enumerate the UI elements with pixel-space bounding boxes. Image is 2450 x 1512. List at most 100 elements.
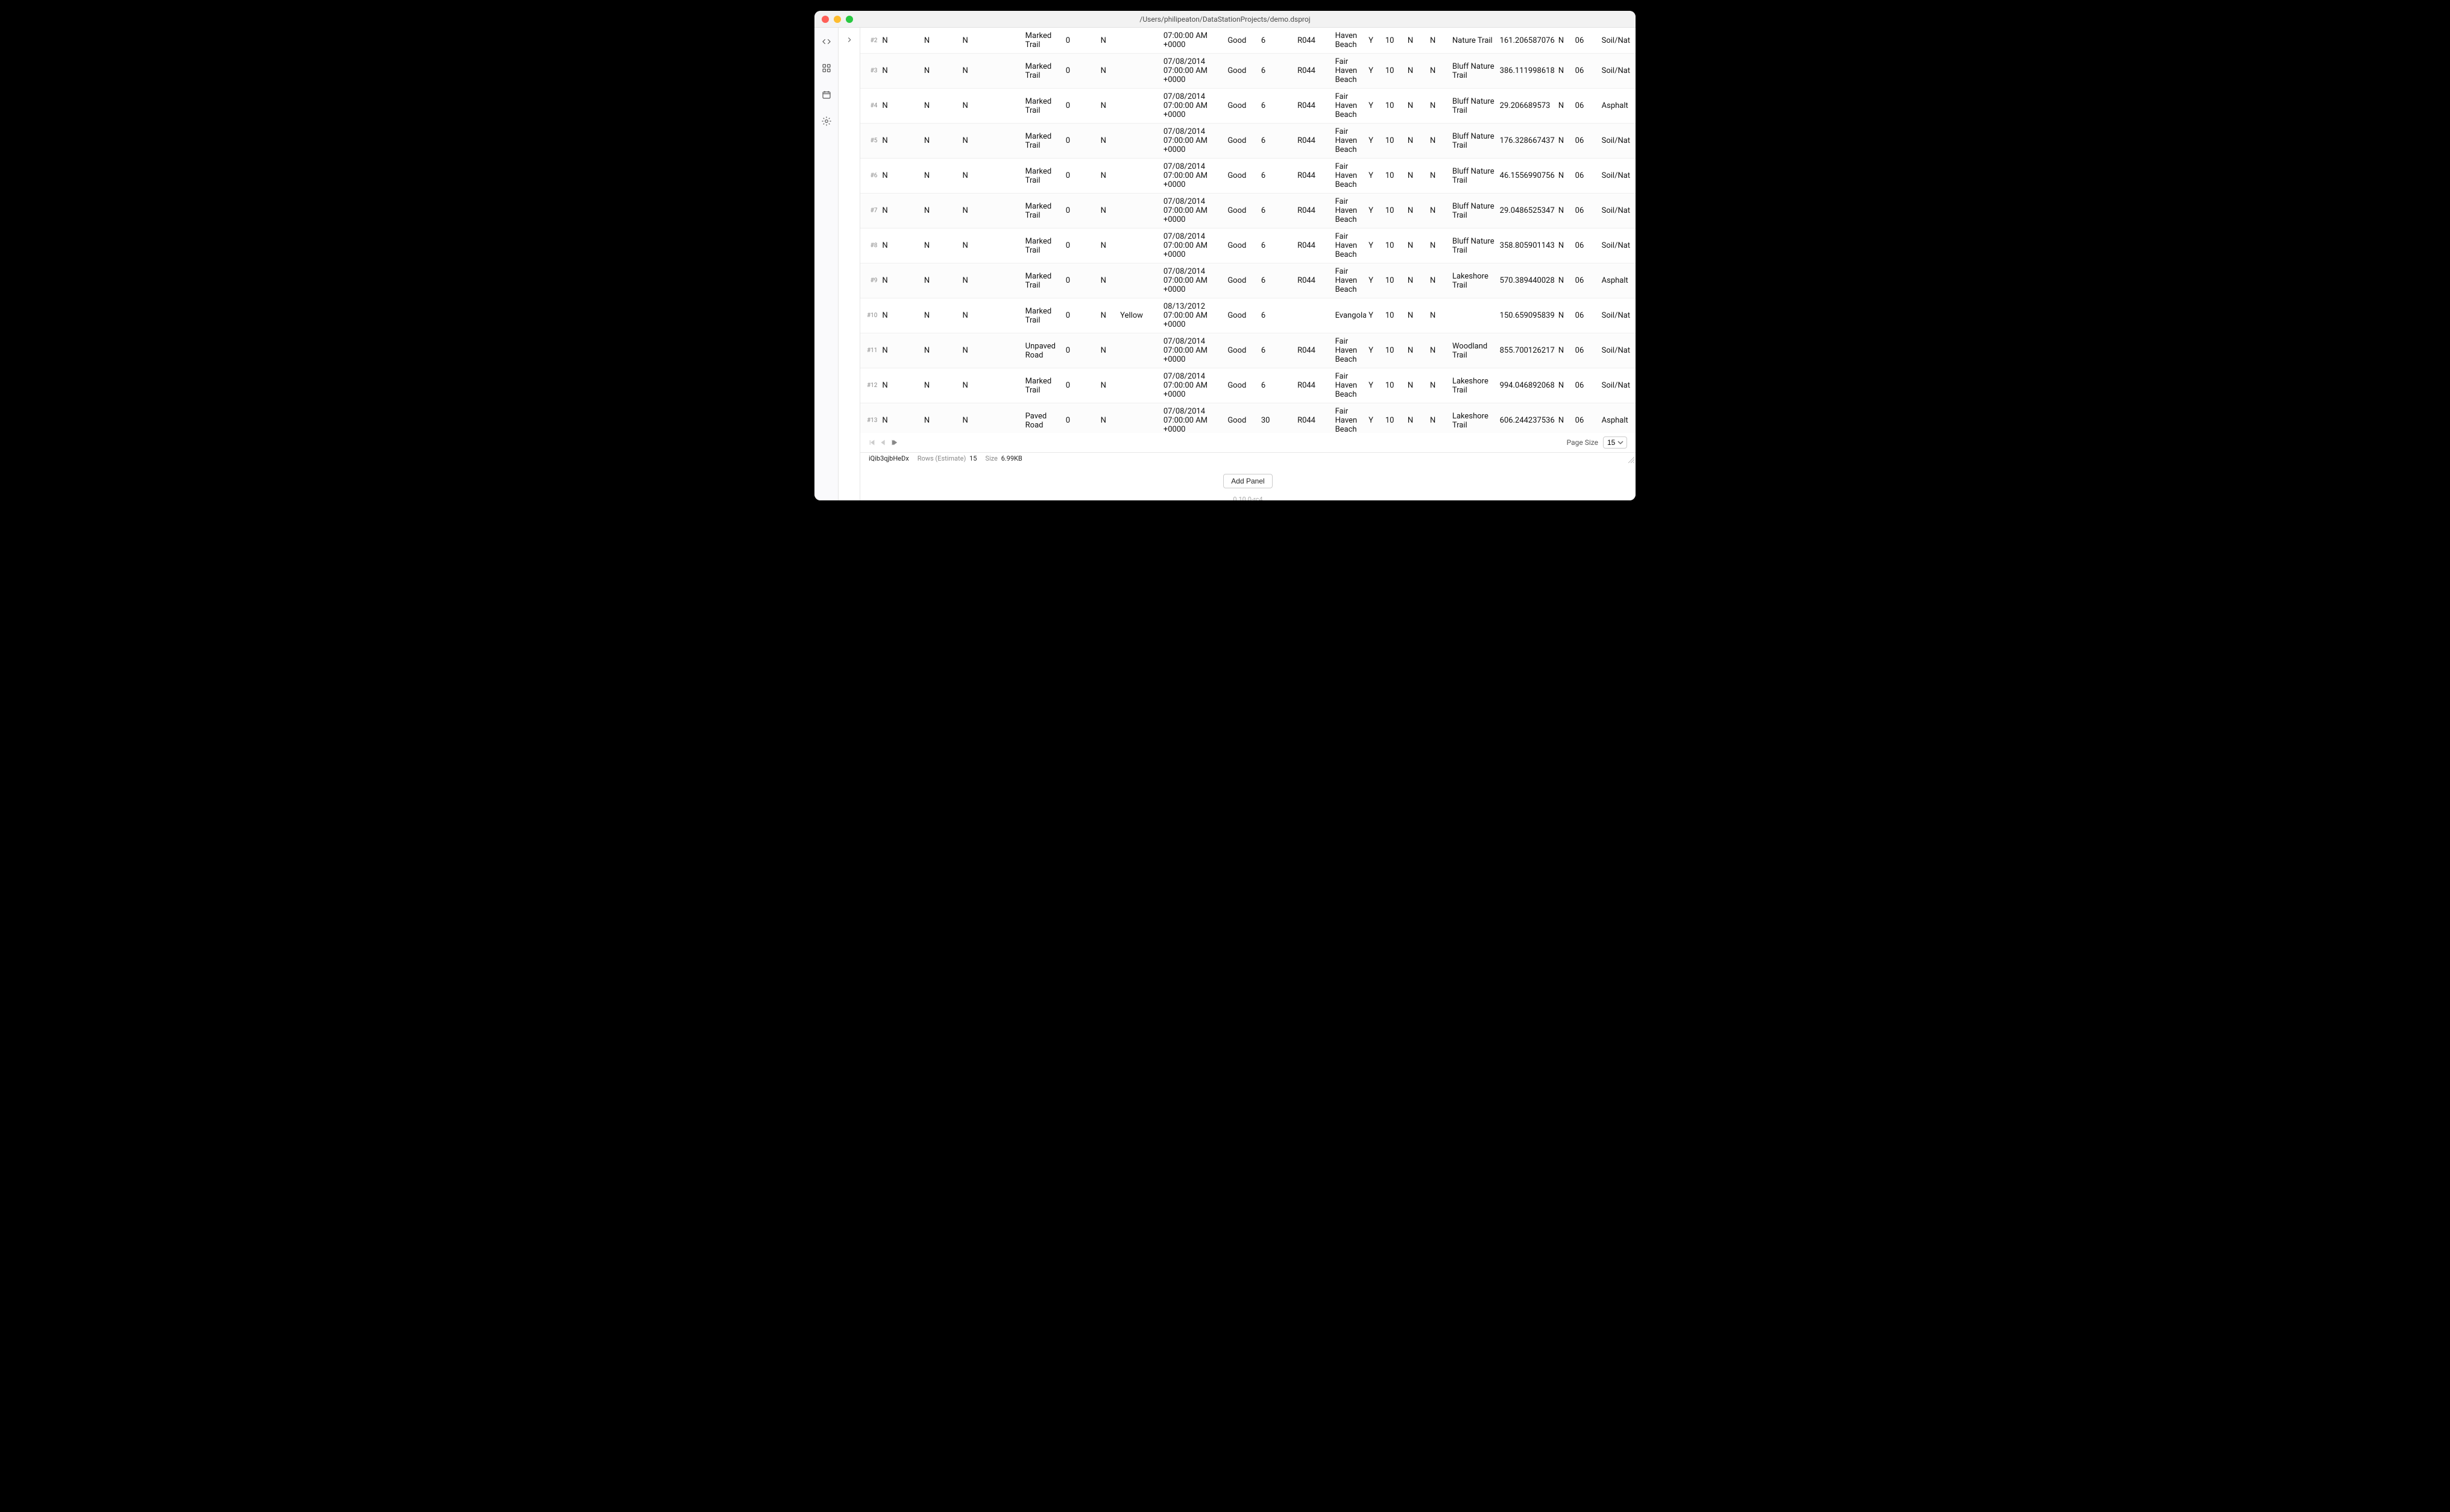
row-index: #13 xyxy=(860,403,880,433)
window-close-button[interactable] xyxy=(822,16,829,23)
settings-icon[interactable] xyxy=(817,112,836,130)
cell: N xyxy=(1556,89,1573,124)
cell: 10 xyxy=(1383,89,1405,124)
cell: 6 xyxy=(1259,28,1295,54)
cell: Y xyxy=(1366,403,1383,433)
add-panel-button[interactable]: Add Panel xyxy=(1223,474,1272,488)
cell: Woodland Trail xyxy=(1450,333,1497,368)
pager-first-button[interactable] xyxy=(869,439,876,446)
table-row[interactable]: #5NNNMarked Trail0N07/08/2014 07:00:00 A… xyxy=(860,124,1636,159)
page-size-select[interactable]: 15 xyxy=(1603,436,1627,449)
cell: Soil/Nat xyxy=(1599,159,1636,194)
cell: Bluff Nature Trail xyxy=(1450,124,1497,159)
cell: Y xyxy=(1366,368,1383,403)
cell: 06 xyxy=(1573,54,1599,89)
table-row[interactable]: #4NNNMarked Trail0N07/08/2014 07:00:00 A… xyxy=(860,89,1636,124)
cell: 0 xyxy=(1063,333,1098,368)
cell: N xyxy=(880,403,921,433)
cell xyxy=(1118,28,1161,54)
cell: 570.389440028 xyxy=(1497,263,1556,298)
cell: Soil/Nat xyxy=(1599,28,1636,54)
cell: 386.111998618 xyxy=(1497,54,1556,89)
cell: Yellow xyxy=(1118,298,1161,333)
resize-handle-icon[interactable] xyxy=(1627,456,1634,463)
table-row[interactable]: #9NNNMarked Trail0N07/08/2014 07:00:00 A… xyxy=(860,263,1636,298)
table-row[interactable]: #13NNNPaved Road0N07/08/2014 07:00:00 AM… xyxy=(860,403,1636,433)
cell: Marked Trail xyxy=(1023,159,1063,194)
window-controls xyxy=(814,16,853,23)
cell: Good xyxy=(1225,89,1259,124)
cell: 07/08/2014 07:00:00 AM +0000 xyxy=(1161,89,1225,124)
titlebar: /Users/philipeaton/DataStationProjects/d… xyxy=(814,11,1636,28)
cell: 0 xyxy=(1063,298,1098,333)
cell: R044 xyxy=(1295,28,1333,54)
cell: 10 xyxy=(1383,298,1405,333)
table-row[interactable]: #12NNNMarked Trail0N07/08/2014 07:00:00 … xyxy=(860,368,1636,403)
table-row[interactable]: #6NNNMarked Trail0N07/08/2014 07:00:00 A… xyxy=(860,159,1636,194)
cell: 07/08/2014 07:00:00 AM +0000 xyxy=(1161,194,1225,228)
expand-panel-button[interactable] xyxy=(842,33,857,47)
cell: N xyxy=(880,368,921,403)
cell: Good xyxy=(1225,54,1259,89)
row-index: #5 xyxy=(860,124,880,159)
cell: N xyxy=(1428,263,1450,298)
cell: 0 xyxy=(1063,403,1098,433)
table-row[interactable]: #8NNNMarked Trail0N07/08/2014 07:00:00 A… xyxy=(860,228,1636,263)
cell: Fair Haven Beach xyxy=(1333,368,1367,403)
cell: Marked Trail xyxy=(1023,89,1063,124)
cell: Soil/Nat xyxy=(1599,228,1636,263)
cell: 161.206587076 xyxy=(1497,28,1556,54)
cell: Y xyxy=(1366,194,1383,228)
table-row[interactable]: #10NNNMarked Trail0NYellow08/13/2012 07:… xyxy=(860,298,1636,333)
cell: 6 xyxy=(1259,89,1295,124)
status-id: iQib3qjbHeDx xyxy=(869,455,909,462)
cell: N xyxy=(1428,89,1450,124)
table-row[interactable]: #11NNNUnpaved Road0N07/08/2014 07:00:00 … xyxy=(860,333,1636,368)
cell: 10 xyxy=(1383,54,1405,89)
cell: N xyxy=(1098,124,1118,159)
cell: 07/08/2014 07:00:00 AM +0000 xyxy=(1161,159,1225,194)
main-area: #2NNNMarked Trail0N07:00:00 AM +0000Good… xyxy=(860,28,1636,500)
cell: N xyxy=(1098,159,1118,194)
cell: Y xyxy=(1366,28,1383,54)
cell: 0 xyxy=(1063,263,1098,298)
window-zoom-button[interactable] xyxy=(846,16,853,23)
cell: N xyxy=(960,194,1023,228)
cell xyxy=(1118,263,1161,298)
table-row[interactable]: #3NNNMarked Trail0N07/08/2014 07:00:00 A… xyxy=(860,54,1636,89)
pager-prev-button[interactable] xyxy=(880,439,887,446)
cell: N xyxy=(1556,403,1573,433)
cell: 6 xyxy=(1259,54,1295,89)
cell: 176.328667437 xyxy=(1497,124,1556,159)
table-row[interactable]: #2NNNMarked Trail0N07:00:00 AM +0000Good… xyxy=(860,28,1636,54)
cell: Y xyxy=(1366,89,1383,124)
cell: 10 xyxy=(1383,333,1405,368)
cell: Evangola xyxy=(1333,298,1367,333)
cell: N xyxy=(960,228,1023,263)
result-table-scroll[interactable]: #2NNNMarked Trail0N07:00:00 AM +0000Good… xyxy=(860,28,1636,433)
cell: Fair Haven Beach xyxy=(1333,228,1367,263)
calendar-icon[interactable] xyxy=(817,86,836,104)
code-icon[interactable] xyxy=(817,33,836,51)
table-row[interactable]: #7NNNMarked Trail0N07/08/2014 07:00:00 A… xyxy=(860,194,1636,228)
cell: 150.659095839 xyxy=(1497,298,1556,333)
cell: N xyxy=(1405,403,1428,433)
cell: Asphalt xyxy=(1599,263,1636,298)
cell: 6 xyxy=(1259,194,1295,228)
cell: 10 xyxy=(1383,28,1405,54)
cell: N xyxy=(1098,368,1118,403)
cell: N xyxy=(1405,333,1428,368)
cell: 07/08/2014 07:00:00 AM +0000 xyxy=(1161,228,1225,263)
row-index: #3 xyxy=(860,54,880,89)
cell: N xyxy=(960,403,1023,433)
cell: N xyxy=(922,54,960,89)
dashboard-icon[interactable] xyxy=(817,59,836,77)
cell: Marked Trail xyxy=(1023,263,1063,298)
cell: Marked Trail xyxy=(1023,124,1063,159)
pager-next-button[interactable] xyxy=(890,439,898,446)
window-minimize-button[interactable] xyxy=(834,16,841,23)
cell: 06 xyxy=(1573,124,1599,159)
cell: Fair Haven Beach xyxy=(1333,89,1367,124)
cell: R044 xyxy=(1295,228,1333,263)
cell: 06 xyxy=(1573,159,1599,194)
